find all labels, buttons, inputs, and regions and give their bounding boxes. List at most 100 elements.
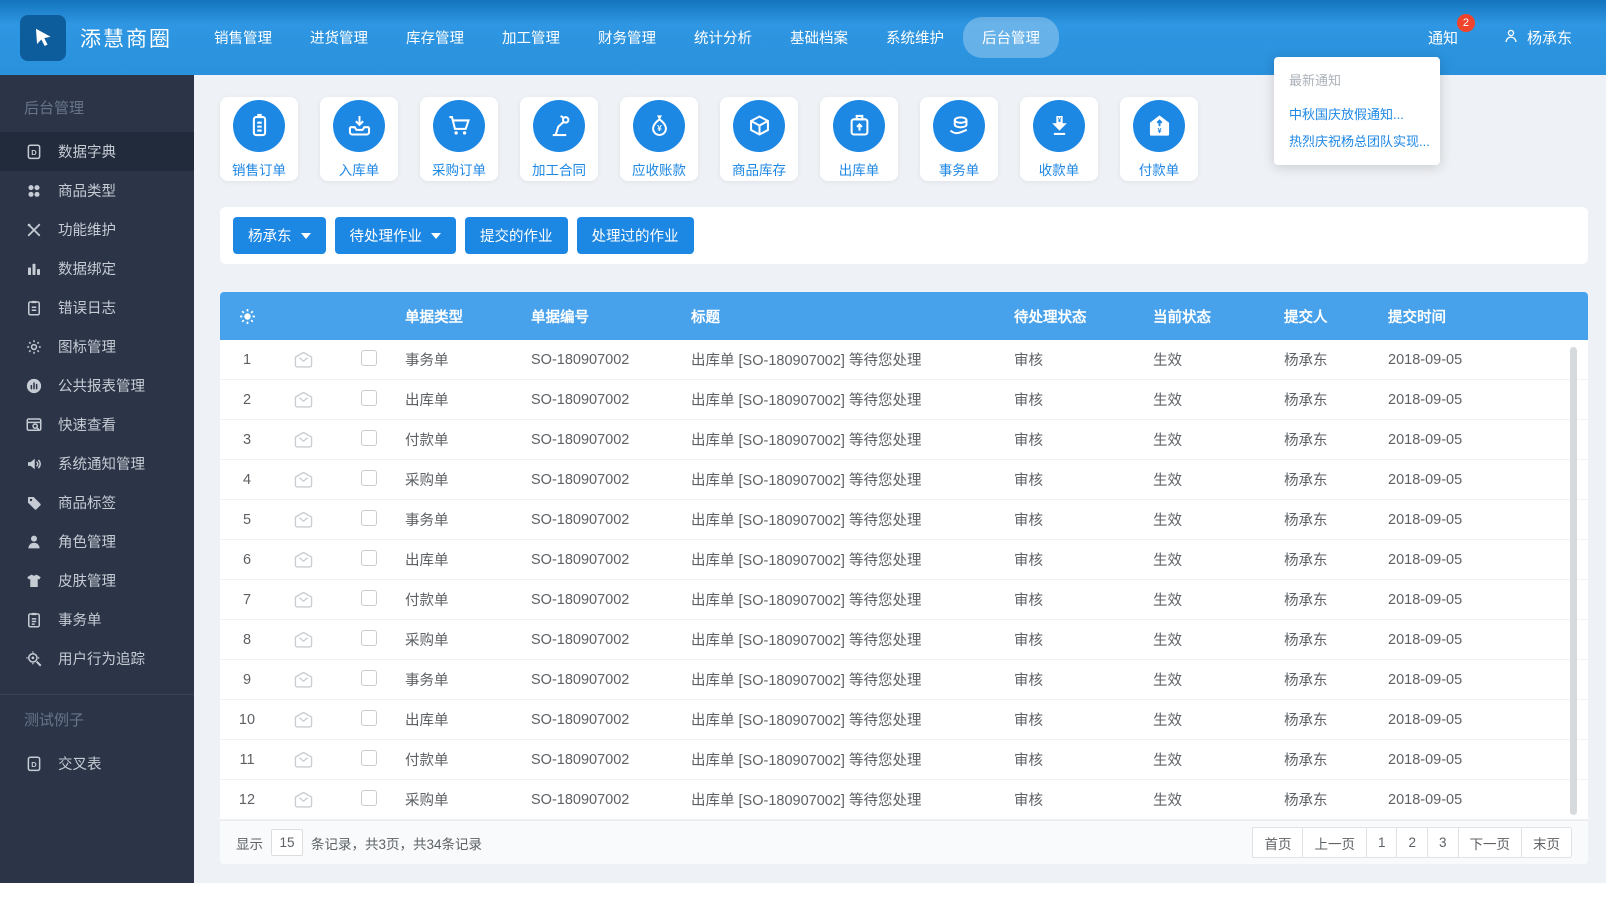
mail-icon[interactable] [293, 390, 314, 409]
mail-icon[interactable] [293, 430, 314, 449]
page-size-input[interactable] [271, 829, 303, 856]
mail-icon[interactable] [293, 710, 314, 729]
mail-icon[interactable] [293, 670, 314, 689]
row-checkbox[interactable] [361, 430, 377, 446]
row-checkbox[interactable] [361, 790, 377, 806]
table-row[interactable]: 1 事务单 SO-180907002 出库单 [SO-180907002] 等待… [220, 340, 1588, 380]
table-row[interactable]: 12 采购单 SO-180907002 出库单 [SO-180907002] 等… [220, 780, 1588, 820]
nav-menu-item[interactable]: 库存管理 [387, 17, 483, 58]
nav-menu-item[interactable]: 系统维护 [867, 17, 963, 58]
table-column-header[interactable]: 提交时间 [1388, 306, 1588, 327]
nav-menu-item[interactable]: 财务管理 [579, 17, 675, 58]
pagination-button[interactable]: 末页 [1521, 827, 1572, 858]
shortcut-card[interactable]: 采购订单 [420, 97, 498, 181]
sidebar-item[interactable]: 错误日志 [0, 288, 194, 327]
brand-logo[interactable]: 添慧商圈 [20, 15, 195, 61]
sidebar-item[interactable]: D 数据字典 [0, 132, 194, 171]
table-row[interactable]: 3 付款单 SO-180907002 出库单 [SO-180907002] 等待… [220, 420, 1588, 460]
cell-submitter: 杨承东 [1284, 749, 1388, 770]
pagination-button[interactable]: 3 [1427, 827, 1459, 858]
pagination-button[interactable]: 上一页 [1302, 827, 1367, 858]
row-checkbox[interactable] [361, 630, 377, 646]
processed-jobs-button[interactable]: 处理过的作业 [577, 217, 694, 254]
shortcut-card[interactable]: 入库单 [320, 97, 398, 181]
notice-link[interactable]: 热烈庆祝杨总团队实现... [1289, 131, 1425, 150]
row-checkbox[interactable] [361, 590, 377, 606]
mail-icon[interactable] [293, 470, 314, 489]
sidebar-item[interactable]: 图标管理 [0, 327, 194, 366]
table-column-header[interactable]: 待处理状态 [1014, 306, 1153, 327]
sidebar-item[interactable]: 商品标签 [0, 483, 194, 522]
row-checkbox[interactable] [361, 550, 377, 566]
sidebar-item[interactable]: 系统通知管理 [0, 444, 194, 483]
shortcut-card[interactable]: 出库单 [820, 97, 898, 181]
table-row[interactable]: 4 采购单 SO-180907002 出库单 [SO-180907002] 等待… [220, 460, 1588, 500]
table-row[interactable]: 6 出库单 SO-180907002 出库单 [SO-180907002] 等待… [220, 540, 1588, 580]
table-row[interactable]: 11 付款单 SO-180907002 出库单 [SO-180907002] 等… [220, 740, 1588, 780]
user-menu[interactable]: 杨承东 [1502, 27, 1572, 49]
submitted-jobs-button[interactable]: 提交的作业 [465, 217, 568, 254]
mail-icon[interactable] [293, 510, 314, 529]
cell-submitter: 杨承东 [1284, 549, 1388, 570]
sidebar-item[interactable]: 公共报表管理 [0, 366, 194, 405]
shortcut-card[interactable]: 加工合同 [520, 97, 598, 181]
sidebar-item[interactable]: D 交叉表 [0, 744, 194, 783]
shortcut-card[interactable]: 事务单 [920, 97, 998, 181]
row-checkbox[interactable] [361, 390, 377, 406]
pagination-button[interactable]: 1 [1366, 827, 1398, 858]
sidebar-item[interactable]: 事务单 [0, 600, 194, 639]
notification-button[interactable]: 通知 2 [1428, 27, 1458, 48]
nav-menu-item[interactable]: 基础档案 [771, 17, 867, 58]
table-row[interactable]: 7 付款单 SO-180907002 出库单 [SO-180907002] 等待… [220, 580, 1588, 620]
shortcut-card[interactable]: ¥ 收款单 [1020, 97, 1098, 181]
mail-icon[interactable] [293, 750, 314, 769]
table-row[interactable]: 9 事务单 SO-180907002 出库单 [SO-180907002] 等待… [220, 660, 1588, 700]
row-checkbox[interactable] [361, 350, 377, 366]
sidebar-item[interactable]: 功能维护 [0, 210, 194, 249]
mail-icon[interactable] [293, 550, 314, 569]
table-scrollbar[interactable] [1570, 347, 1577, 815]
job-type-dropdown[interactable]: 待处理作业 [335, 217, 457, 254]
nav-menu-item[interactable]: 进货管理 [291, 17, 387, 58]
row-checkbox[interactable] [361, 710, 377, 726]
sidebar-item[interactable]: 皮肤管理 [0, 561, 194, 600]
mail-icon[interactable] [293, 590, 314, 609]
table-column-header[interactable]: 单据编号 [531, 306, 691, 327]
sidebar-item[interactable]: 用户行为追踪 [0, 639, 194, 678]
table-column-header[interactable]: 提交人 [1284, 306, 1388, 327]
row-checkbox[interactable] [361, 670, 377, 686]
nav-menu-item[interactable]: 后台管理 [963, 17, 1059, 58]
sidebar-item[interactable]: 角色管理 [0, 522, 194, 561]
sidebar-item[interactable]: 快速查看 [0, 405, 194, 444]
shortcut-card[interactable]: 销售订单 [220, 97, 298, 181]
mail-icon[interactable] [293, 350, 314, 369]
table-column-header[interactable]: 标题 [691, 306, 1014, 327]
table-row[interactable]: 2 出库单 SO-180907002 出库单 [SO-180907002] 等待… [220, 380, 1588, 420]
table-column-header[interactable]: 单据类型 [405, 306, 531, 327]
settings-icon[interactable] [238, 307, 257, 326]
nav-menu-item[interactable]: 统计分析 [675, 17, 771, 58]
shortcut-card[interactable]: ¥ 应收账款 [620, 97, 698, 181]
error-log-icon [24, 298, 44, 318]
row-checkbox[interactable] [361, 750, 377, 766]
notice-link[interactable]: 中秋国庆放假通知... [1289, 104, 1425, 123]
table-row[interactable]: 8 采购单 SO-180907002 出库单 [SO-180907002] 等待… [220, 620, 1588, 660]
shortcut-card[interactable]: 商品库存 [720, 97, 798, 181]
shortcut-card[interactable]: ¥ 付款单 [1120, 97, 1198, 181]
sidebar-item[interactable]: 数据绑定 [0, 249, 194, 288]
row-checkbox[interactable] [361, 470, 377, 486]
nav-menu-item[interactable]: 加工管理 [483, 17, 579, 58]
sidebar-item[interactable]: 商品类型 [0, 171, 194, 210]
row-checkbox[interactable] [361, 510, 377, 526]
user-filter-dropdown[interactable]: 杨承东 [233, 217, 326, 254]
mail-icon[interactable] [293, 790, 314, 809]
table-row[interactable]: 5 事务单 SO-180907002 出库单 [SO-180907002] 等待… [220, 500, 1588, 540]
pagination-button[interactable]: 2 [1396, 827, 1428, 858]
table-column-header[interactable]: 当前状态 [1153, 306, 1284, 327]
cell-submit-time: 2018-09-05 [1388, 592, 1588, 608]
nav-menu-item[interactable]: 销售管理 [195, 17, 291, 58]
pagination-button[interactable]: 下一页 [1458, 827, 1523, 858]
pagination-button[interactable]: 首页 [1252, 827, 1303, 858]
mail-icon[interactable] [293, 630, 314, 649]
table-row[interactable]: 10 出库单 SO-180907002 出库单 [SO-180907002] 等… [220, 700, 1588, 740]
